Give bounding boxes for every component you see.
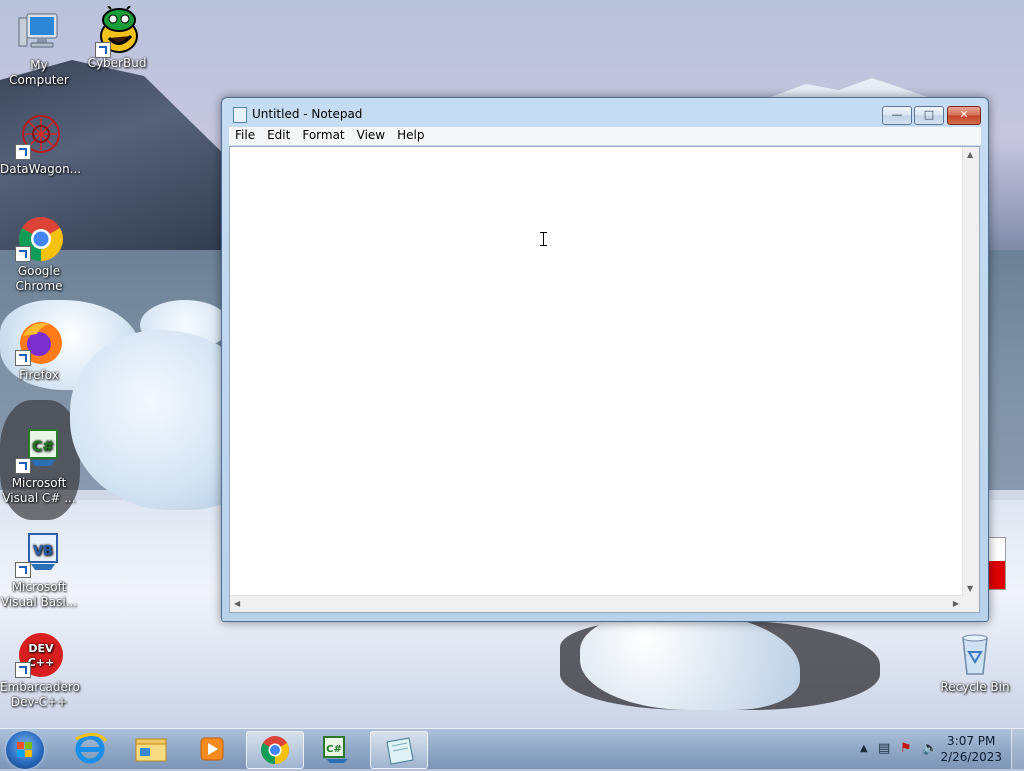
chrome-icon bbox=[15, 214, 63, 262]
taskbar-windows-explorer[interactable] bbox=[122, 731, 178, 767]
clock[interactable]: 3:07 PM 2/26/2023 bbox=[940, 733, 1002, 765]
show-hidden-icons-icon[interactable]: ▲ bbox=[860, 743, 868, 754]
scroll-left-arrow-icon[interactable]: ◀ bbox=[234, 599, 240, 608]
scroll-down-arrow-icon[interactable]: ▼ bbox=[967, 584, 973, 593]
clock-time: 3:07 PM bbox=[947, 734, 996, 748]
visual-csharp-icon: C# bbox=[323, 736, 348, 763]
volume-icon[interactable]: 🔈 bbox=[922, 741, 938, 756]
window-title: Untitled - Notepad bbox=[252, 107, 363, 121]
system-tray: ▲ ▤ ⚑ 🔈 3:07 PM 2/26/2023 bbox=[834, 729, 1024, 769]
firefox-icon bbox=[15, 318, 63, 366]
resize-grip-icon[interactable] bbox=[963, 596, 979, 612]
desktop-icon-label: Microsoft Visual Basi... bbox=[0, 580, 78, 609]
taskbar-notepad[interactable] bbox=[370, 731, 428, 769]
desktop-icon-dev-cpp[interactable]: DEV C++ Embarcadero Dev-C++ bbox=[0, 630, 80, 710]
csharp-icon: C# bbox=[15, 426, 63, 474]
taskbar-internet-explorer[interactable] bbox=[62, 731, 118, 767]
devcpp-icon: DEV C++ bbox=[15, 630, 63, 678]
desktop-icon-firefox[interactable]: Firefox bbox=[0, 318, 78, 383]
desktop-icon-datawagon[interactable]: DataWagon... bbox=[0, 112, 82, 177]
alien-icon bbox=[93, 5, 141, 58]
menu-help[interactable]: Help bbox=[391, 127, 430, 143]
desktop-icon-label: CyberBud bbox=[87, 56, 147, 70]
text-cursor-icon bbox=[540, 232, 547, 246]
desktop-icon-label: My Computer bbox=[9, 58, 69, 87]
internet-explorer-icon bbox=[75, 733, 108, 764]
menu-format[interactable]: Format bbox=[296, 127, 350, 143]
computer-icon bbox=[15, 8, 63, 56]
svg-text:C++: C++ bbox=[28, 656, 55, 669]
svg-text:VB: VB bbox=[33, 544, 53, 559]
notepad-icon bbox=[386, 737, 414, 765]
svg-text:C#: C# bbox=[32, 439, 54, 455]
maximize-button[interactable]: □ bbox=[914, 106, 944, 125]
title-bar[interactable]: Untitled - Notepad — □ ✕ bbox=[222, 98, 988, 128]
vertical-scrollbar[interactable]: ▲ ▼ bbox=[962, 147, 979, 596]
desktop-icon-recycle-bin[interactable]: Recycle Bin bbox=[936, 630, 1014, 695]
desktop-icon-label: DataWagon... bbox=[0, 162, 82, 176]
desktop-icon-cyberbud[interactable]: CyberBud bbox=[78, 5, 156, 71]
svg-text:DEV: DEV bbox=[28, 642, 54, 655]
desktop-icon-label: Firefox bbox=[19, 368, 59, 382]
datawagon-icon bbox=[15, 112, 63, 160]
show-desktop-button[interactable] bbox=[1011, 729, 1024, 769]
windows-logo-icon bbox=[17, 742, 33, 758]
scroll-right-arrow-icon[interactable]: ▶ bbox=[953, 599, 959, 608]
menu-edit[interactable]: Edit bbox=[261, 127, 296, 143]
recycle-bin-icon bbox=[951, 630, 999, 678]
desktop-icon-label: Microsoft Visual C# ... bbox=[2, 476, 76, 505]
chrome-icon bbox=[261, 736, 289, 764]
close-button[interactable]: ✕ bbox=[947, 106, 981, 125]
partially-visible-widget bbox=[987, 537, 1006, 590]
desktop-icon-label: Embarcadero Dev-C++ bbox=[0, 680, 80, 709]
svg-text:C#: C# bbox=[326, 744, 342, 755]
clock-date: 2/26/2023 bbox=[940, 750, 1002, 764]
action-center-icon[interactable]: ⚑ bbox=[900, 741, 912, 756]
start-button[interactable] bbox=[6, 731, 44, 769]
desktop-icon-label: Recycle Bin bbox=[940, 680, 1010, 694]
desktop-icon-visual-basic[interactable]: VB Microsoft Visual Basi... bbox=[0, 530, 78, 610]
minimize-button[interactable]: — bbox=[882, 106, 912, 125]
desktop-icon-label: Google Chrome bbox=[15, 264, 63, 293]
vb-icon: VB bbox=[15, 530, 63, 578]
desktop-icon-my-computer[interactable]: My Computer bbox=[0, 8, 78, 88]
taskbar-media-player[interactable] bbox=[184, 731, 240, 767]
taskbar-visual-csharp[interactable]: C# bbox=[308, 731, 364, 767]
media-player-icon bbox=[200, 737, 224, 761]
scroll-up-arrow-icon[interactable]: ▲ bbox=[967, 150, 973, 159]
network-icon[interactable]: ▤ bbox=[878, 741, 890, 756]
notepad-icon bbox=[233, 107, 247, 123]
menu-bar: File Edit Format View Help bbox=[229, 127, 981, 145]
desktop-icon-google-chrome[interactable]: Google Chrome bbox=[0, 214, 78, 294]
menu-file[interactable]: File bbox=[229, 127, 261, 143]
taskbar: C# ▲ ▤ ⚑ 🔈 3:07 PM 2/26/2023 bbox=[0, 728, 1024, 769]
notepad-window[interactable]: Untitled - Notepad — □ ✕ File Edit Format V… bbox=[221, 97, 989, 622]
desktop-icon-visual-csharp[interactable]: C# Microsoft Visual C# ... bbox=[0, 426, 78, 506]
horizontal-scrollbar[interactable]: ◀ ▶ bbox=[230, 595, 963, 612]
taskbar-google-chrome[interactable] bbox=[246, 731, 304, 769]
menu-view[interactable]: View bbox=[351, 127, 391, 143]
windows-explorer-icon bbox=[135, 738, 167, 762]
text-editor-area[interactable]: ▲ ▼ ◀ ▶ bbox=[229, 146, 980, 613]
